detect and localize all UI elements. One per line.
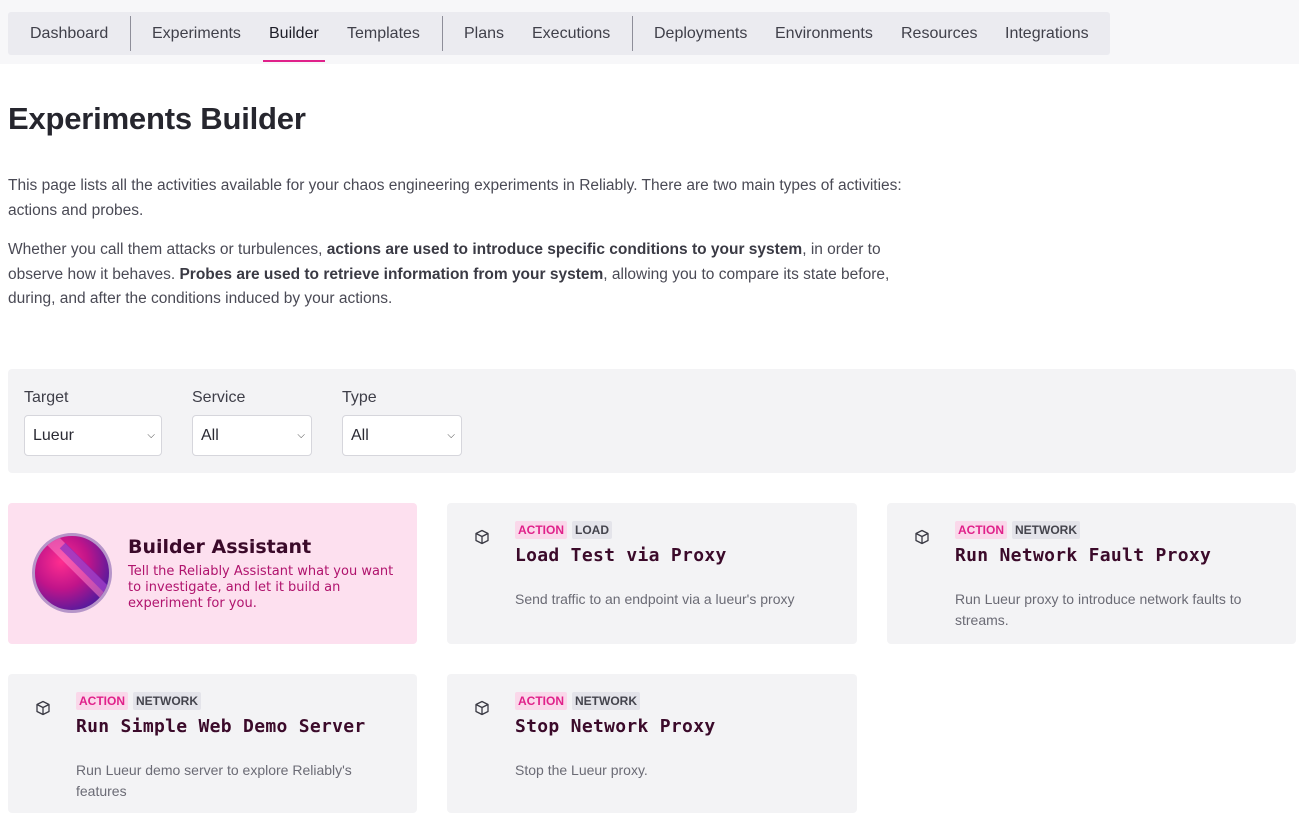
- cube-icon: [915, 529, 929, 545]
- activity-card-load-test-via-proxy[interactable]: ACTION LOAD Load Test via Proxy Send traf…: [447, 503, 857, 644]
- activity-description: Stop the Lueur proxy.: [515, 762, 648, 778]
- intro-paragraph-actions-probes: Whether you call them attacks or turbule…: [8, 241, 890, 307]
- category-badge: NETWORK: [1012, 521, 1080, 539]
- service-select[interactable]: All ⌵: [192, 415, 312, 456]
- activity-card-run-simple-web-demo-server[interactable]: ACTION NETWORK Run Simple Web Demo Server…: [8, 674, 417, 813]
- activity-description: Run Lueur proxy to introduce network fau…: [955, 591, 1242, 628]
- active-tab-indicator: [263, 60, 325, 62]
- tab-separator: [130, 16, 131, 51]
- cube-icon: [36, 700, 50, 716]
- filter-panel: Target Lueur ⌵ Service All ⌵ Type All ⌵: [8, 369, 1296, 473]
- category-badge: NETWORK: [133, 692, 201, 710]
- activity-card-stop-network-proxy[interactable]: ACTION NETWORK Stop Network Proxy Stop th…: [447, 674, 857, 813]
- action-badge: ACTION: [955, 521, 1007, 539]
- activity-title: Load Test via Proxy: [515, 545, 727, 566]
- tab-separator: [632, 16, 633, 51]
- intro-paragraph: This page lists all the activities avail…: [8, 177, 902, 219]
- top-navigation-bar: Dashboard Experiments Builder Templates …: [0, 0, 1299, 64]
- tab-resources[interactable]: Resources: [901, 12, 977, 55]
- tab-experiments[interactable]: Experiments: [152, 12, 241, 55]
- tab-separator: [442, 16, 443, 51]
- tab-environments[interactable]: Environments: [775, 12, 873, 55]
- tab-dashboard[interactable]: Dashboard: [30, 12, 108, 55]
- tab-executions[interactable]: Executions: [532, 12, 610, 55]
- activity-description: Send traffic to an endpoint via a lueur'…: [515, 591, 795, 607]
- activity-title: Run Network Fault Proxy: [955, 545, 1212, 566]
- tab-plans[interactable]: Plans: [464, 12, 504, 55]
- assistant-title: Builder Assistant: [128, 536, 312, 558]
- assistant-description: Tell the Reliably Assistant what you wan…: [128, 564, 394, 611]
- action-badge: ACTION: [515, 692, 567, 710]
- category-badge: LOAD: [572, 521, 612, 539]
- cube-icon: [475, 700, 489, 716]
- tab-integrations[interactable]: Integrations: [1005, 12, 1089, 55]
- target-filter-label: Target: [24, 389, 69, 406]
- category-badge: NETWORK: [572, 692, 640, 710]
- assistant-avatar: [32, 533, 112, 613]
- activity-card-run-network-fault-proxy[interactable]: ACTION NETWORK Run Network Fault Proxy Ru…: [887, 503, 1296, 644]
- type-select[interactable]: All ⌵: [342, 415, 462, 456]
- chevron-down-icon: ⌵: [447, 430, 455, 441]
- action-badge: ACTION: [515, 521, 567, 539]
- activity-title: Stop Network Proxy: [515, 716, 716, 737]
- tab-templates[interactable]: Templates: [347, 12, 420, 55]
- chevron-down-icon: ⌵: [147, 430, 155, 441]
- tab-list: Dashboard Experiments Builder Templates …: [8, 12, 1110, 55]
- target-select[interactable]: Lueur ⌵: [24, 415, 162, 456]
- activity-description: Run Lueur demo server to explore Reliabl…: [76, 762, 352, 799]
- page-title: Experiments Builder: [8, 101, 306, 136]
- tab-builder[interactable]: Builder: [269, 12, 319, 55]
- activity-title: Run Simple Web Demo Server: [76, 716, 366, 737]
- chevron-down-icon: ⌵: [297, 430, 305, 441]
- builder-assistant-card[interactable]: Builder Assistant Tell the Reliably Assi…: [8, 503, 417, 644]
- tab-deployments[interactable]: Deployments: [654, 12, 747, 55]
- type-filter-label: Type: [342, 389, 377, 406]
- action-badge: ACTION: [76, 692, 128, 710]
- service-filter-label: Service: [192, 389, 246, 406]
- cube-icon: [475, 529, 489, 545]
